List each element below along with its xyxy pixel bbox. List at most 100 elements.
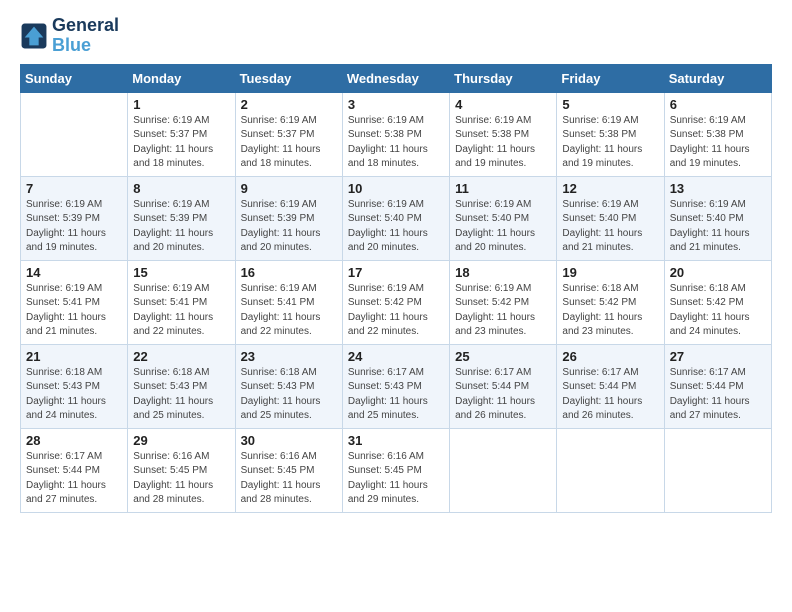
day-info: Sunrise: 6:19 AMSunset: 5:41 PMDaylight:… [133,282,229,340]
calendar-cell: 11Sunrise: 6:19 AMSunset: 5:40 PMDayligh… [450,176,557,260]
calendar-cell [21,92,128,176]
weekday-header-thursday: Thursday [450,64,557,92]
day-number: 13 [670,181,766,196]
day-number: 6 [670,97,766,112]
calendar-cell: 10 Sunrise: 6:19 AMSunset: 5:40 PMDayligh… [342,176,449,260]
day-number: 27 [670,349,766,364]
calendar-header-row: SundayMondayTuesdayWednesdayThursdayFrid… [21,64,772,92]
weekday-header-monday: Monday [128,64,235,92]
calendar-cell [664,428,771,512]
day-info: Sunrise: 6:19 AMSunset: 5:41 PMDaylight:… [26,282,122,340]
day-number: 18 [455,265,551,280]
day-info: Sunrise: 6:18 AMSunset: 5:42 PMDaylight:… [562,282,658,340]
calendar-cell [450,428,557,512]
day-number: 8 [133,181,229,196]
calendar-week-3: 14 Sunrise: 6:19 AMSunset: 5:41 PMDayligh… [21,260,772,344]
calendar-cell: 27Sunrise: 6:17 AMSunset: 5:44 PMDayligh… [664,344,771,428]
calendar-cell: 14 Sunrise: 6:19 AMSunset: 5:41 PMDayligh… [21,260,128,344]
day-number: 10 [348,181,444,196]
page-header: General Blue [20,16,772,56]
calendar-cell [557,428,664,512]
day-number: 2 [241,97,337,112]
day-number: 16 [241,265,337,280]
logo-icon [20,22,48,50]
day-info: Sunrise: 6:19 AMSunset: 5:40 PMDaylight:… [562,198,658,256]
day-number: 28 [26,433,122,448]
day-info: Sunrise: 6:19 AMSunset: 5:39 PMDaylight:… [241,198,337,256]
day-number: 20 [670,265,766,280]
day-info: Sunrise: 6:18 AMSunset: 5:43 PMDaylight:… [241,366,337,424]
day-number: 5 [562,97,658,112]
day-info: Sunrise: 6:16 AMSunset: 5:45 PMDaylight:… [241,450,337,508]
day-info: Sunrise: 6:19 AMSunset: 5:38 PMDaylight:… [562,114,658,172]
calendar-week-4: 21 Sunrise: 6:18 AMSunset: 5:43 PMDayligh… [21,344,772,428]
logo: General Blue [20,16,119,56]
day-number: 4 [455,97,551,112]
day-number: 19 [562,265,658,280]
weekday-header-tuesday: Tuesday [235,64,342,92]
calendar-cell: 1 Sunrise: 6:19 AMSunset: 5:37 PMDaylight… [128,92,235,176]
calendar-cell: 19 Sunrise: 6:18 AMSunset: 5:42 PMDayligh… [557,260,664,344]
day-number: 24 [348,349,444,364]
day-number: 11 [455,181,551,196]
day-info: Sunrise: 6:19 AMSunset: 5:37 PMDaylight:… [241,114,337,172]
day-info: Sunrise: 6:19 AMSunset: 5:41 PMDaylight:… [241,282,337,340]
day-number: 22 [133,349,229,364]
day-number: 21 [26,349,122,364]
day-info: Sunrise: 6:19 AMSunset: 5:40 PMDaylight:… [348,198,444,256]
day-number: 23 [241,349,337,364]
calendar-cell: 8 Sunrise: 6:19 AMSunset: 5:39 PMDaylight… [128,176,235,260]
day-info: Sunrise: 6:17 AMSunset: 5:44 PMDaylight:… [455,366,551,424]
day-info: Sunrise: 6:19 AMSunset: 5:42 PMDaylight:… [455,282,551,340]
calendar-week-5: 28 Sunrise: 6:17 AMSunset: 5:44 PMDayligh… [21,428,772,512]
day-info: Sunrise: 6:17 AMSunset: 5:43 PMDaylight:… [348,366,444,424]
calendar-cell: 13 Sunrise: 6:19 AMSunset: 5:40 PMDayligh… [664,176,771,260]
day-number: 29 [133,433,229,448]
day-info: Sunrise: 6:17 AMSunset: 5:44 PMDaylight:… [26,450,122,508]
day-number: 17 [348,265,444,280]
calendar-cell: 5 Sunrise: 6:19 AMSunset: 5:38 PMDaylight… [557,92,664,176]
day-number: 25 [455,349,551,364]
day-number: 12 [562,181,658,196]
calendar-cell: 30 Sunrise: 6:16 AMSunset: 5:45 PMDayligh… [235,428,342,512]
calendar-cell: 22 Sunrise: 6:18 AMSunset: 5:43 PMDayligh… [128,344,235,428]
day-info: Sunrise: 6:19 AMSunset: 5:42 PMDaylight:… [348,282,444,340]
weekday-header-sunday: Sunday [21,64,128,92]
day-number: 31 [348,433,444,448]
calendar-cell: 29 Sunrise: 6:16 AMSunset: 5:45 PMDayligh… [128,428,235,512]
logo-text: General Blue [52,16,119,56]
weekday-header-friday: Friday [557,64,664,92]
day-number: 9 [241,181,337,196]
calendar-cell: 31 Sunrise: 6:16 AMSunset: 5:45 PMDayligh… [342,428,449,512]
calendar-cell: 20 Sunrise: 6:18 AMSunset: 5:42 PMDayligh… [664,260,771,344]
calendar-cell: 16 Sunrise: 6:19 AMSunset: 5:41 PMDayligh… [235,260,342,344]
calendar-cell: 25 Sunrise: 6:17 AMSunset: 5:44 PMDayligh… [450,344,557,428]
calendar-cell: 9 Sunrise: 6:19 AMSunset: 5:39 PMDaylight… [235,176,342,260]
calendar-cell: 4 Sunrise: 6:19 AMSunset: 5:38 PMDaylight… [450,92,557,176]
calendar-cell: 7Sunrise: 6:19 AMSunset: 5:39 PMDaylight… [21,176,128,260]
day-info: Sunrise: 6:18 AMSunset: 5:42 PMDaylight:… [670,282,766,340]
day-info: Sunrise: 6:19 AMSunset: 5:37 PMDaylight:… [133,114,229,172]
day-info: Sunrise: 6:16 AMSunset: 5:45 PMDaylight:… [133,450,229,508]
day-info: Sunrise: 6:17 AMSunset: 5:44 PMDaylight:… [562,366,658,424]
calendar-cell: 2 Sunrise: 6:19 AMSunset: 5:37 PMDaylight… [235,92,342,176]
day-info: Sunrise: 6:18 AMSunset: 5:43 PMDaylight:… [133,366,229,424]
calendar-cell: 17 Sunrise: 6:19 AMSunset: 5:42 PMDayligh… [342,260,449,344]
day-number: 30 [241,433,337,448]
day-number: 26 [562,349,658,364]
day-number: 15 [133,265,229,280]
day-info: Sunrise: 6:16 AMSunset: 5:45 PMDaylight:… [348,450,444,508]
day-info: Sunrise: 6:19 AMSunset: 5:38 PMDaylight:… [455,114,551,172]
calendar-table: SundayMondayTuesdayWednesdayThursdayFrid… [20,64,772,513]
day-number: 7 [26,181,122,196]
day-info: Sunrise: 6:19 AMSunset: 5:40 PMDaylight:… [670,198,766,256]
calendar-week-2: 7 Sunrise: 6:19 AMSunset: 5:39 PMDaylight… [21,176,772,260]
calendar-cell: 12 Sunrise: 6:19 AMSunset: 5:40 PMDayligh… [557,176,664,260]
day-number: 14 [26,265,122,280]
weekday-header-saturday: Saturday [664,64,771,92]
calendar-week-1: 1 Sunrise: 6:19 AMSunset: 5:37 PMDaylight… [21,92,772,176]
day-number: 1 [133,97,229,112]
calendar-cell: 15 Sunrise: 6:19 AMSunset: 5:41 PMDayligh… [128,260,235,344]
day-info: Sunrise: 6:19 AMSunset: 5:39 PMDaylight:… [133,198,229,256]
calendar-cell: 26 Sunrise: 6:17 AMSunset: 5:44 PMDayligh… [557,344,664,428]
